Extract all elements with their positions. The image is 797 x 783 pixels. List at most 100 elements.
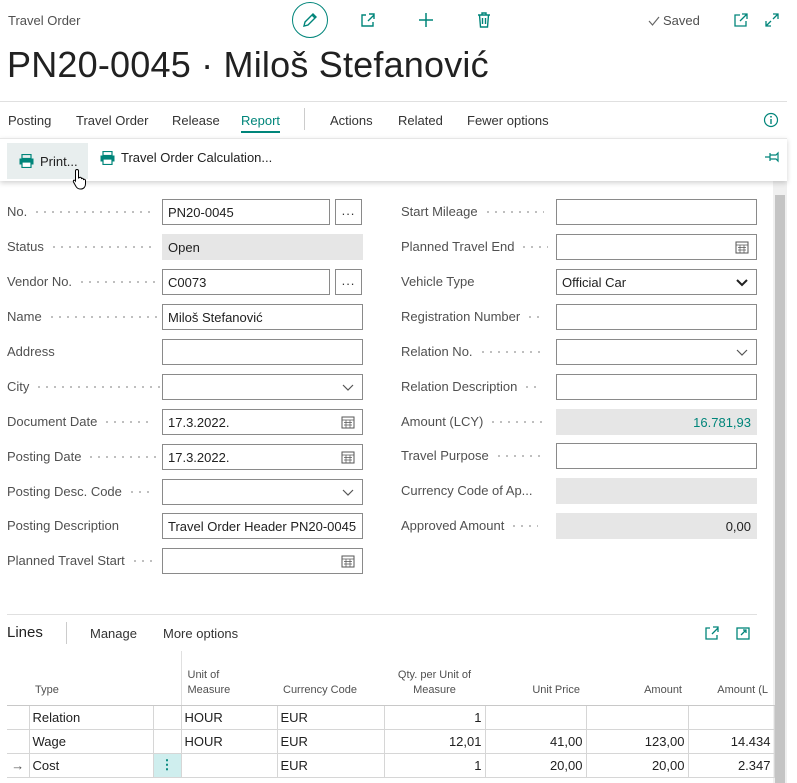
unit-of-measure-cell[interactable] bbox=[180, 752, 278, 778]
field-label-planned-travel-end: Planned Travel End bbox=[401, 234, 549, 259]
posting-date-field[interactable]: 17.3.2022. bbox=[162, 444, 363, 470]
column-header-unit-price[interactable]: Unit Price bbox=[485, 651, 586, 706]
table-row[interactable]: → Cost ⋮ EUR 1 20,00 20,00 2.347 bbox=[7, 752, 775, 778]
field-label-relation-description: Relation Description bbox=[401, 374, 540, 399]
name-field[interactable]: Miloš Stefanović bbox=[162, 304, 363, 330]
vendor-no-lookup-button[interactable]: ... bbox=[335, 269, 362, 295]
planned-travel-end-field[interactable] bbox=[556, 234, 757, 260]
calendar-icon[interactable] bbox=[341, 415, 355, 429]
column-header-qty-per-unit[interactable]: Qty. per Unit of Measure bbox=[384, 651, 485, 706]
row-indicator bbox=[7, 728, 30, 754]
checkmark-icon bbox=[648, 16, 660, 26]
posting-description-field[interactable]: Travel Order Header PN20-0045 bbox=[162, 513, 363, 539]
menu-report[interactable]: Report bbox=[241, 113, 281, 133]
planned-travel-start-field[interactable] bbox=[162, 548, 363, 574]
column-header-amount[interactable]: Amount bbox=[586, 651, 688, 706]
amount-lcy-field[interactable]: 16.781,93 bbox=[556, 409, 757, 435]
menu-travel-order[interactable]: Travel Order bbox=[76, 113, 148, 128]
column-header-type[interactable]: Type bbox=[29, 651, 153, 706]
document-date-field[interactable]: 17.3.2022. bbox=[162, 409, 363, 435]
open-in-new-window-icon[interactable] bbox=[735, 625, 751, 641]
chevron-down-icon bbox=[736, 279, 748, 287]
amount-cell[interactable]: 20,00 bbox=[585, 752, 689, 778]
amount-lcy-cell[interactable]: 2.347 bbox=[687, 752, 775, 778]
row-actions-menu-icon[interactable]: ⋮ bbox=[152, 752, 182, 778]
share-icon[interactable] bbox=[704, 625, 720, 641]
info-icon[interactable] bbox=[763, 112, 779, 128]
field-label-vehicle-type: Vehicle Type bbox=[401, 274, 475, 289]
unit-price-cell[interactable] bbox=[484, 704, 587, 730]
lines-more-options-button[interactable]: More options bbox=[163, 626, 238, 641]
no-lookup-button[interactable]: ... bbox=[335, 199, 362, 225]
row-actions-cell[interactable] bbox=[152, 728, 182, 754]
travel-order-calculation-button[interactable]: Travel Order Calculation... bbox=[100, 150, 272, 165]
field-label-posting-date: Posting Date bbox=[7, 444, 158, 469]
qty-per-unit-cell[interactable]: 1 bbox=[383, 704, 486, 730]
menu-related[interactable]: Related bbox=[398, 113, 443, 128]
table-row[interactable]: Wage HOUR EUR 12,01 41,00 123,00 14.434 bbox=[7, 728, 775, 754]
status-field: Open bbox=[162, 234, 363, 260]
menu-actions[interactable]: Actions bbox=[330, 113, 373, 128]
menu-fewer-options[interactable]: Fewer options bbox=[467, 113, 549, 128]
currency-code-cell[interactable]: EUR bbox=[276, 728, 385, 754]
registration-number-field[interactable] bbox=[556, 304, 757, 330]
lines-divider bbox=[7, 614, 757, 615]
edit-button[interactable] bbox=[292, 2, 328, 38]
calendar-icon[interactable] bbox=[341, 450, 355, 464]
qty-per-unit-cell[interactable]: 1 bbox=[383, 752, 486, 778]
qty-per-unit-cell[interactable]: 12,01 bbox=[383, 728, 486, 754]
menu-posting[interactable]: Posting bbox=[8, 113, 51, 128]
open-new-window-button[interactable] bbox=[731, 10, 751, 30]
calendar-icon[interactable] bbox=[341, 554, 355, 568]
vehicle-type-select[interactable]: Official Car bbox=[556, 269, 757, 295]
currency-code-cell[interactable]: EUR bbox=[276, 704, 385, 730]
currency-code-cell[interactable]: EUR bbox=[276, 752, 385, 778]
table-row[interactable]: Relation HOUR EUR 1 bbox=[7, 704, 775, 730]
type-cell[interactable]: Cost bbox=[28, 752, 154, 778]
start-mileage-field[interactable] bbox=[556, 199, 757, 225]
column-header-amount-lcy[interactable]: Amount (L bbox=[688, 651, 774, 706]
column-header-unit-of-measure[interactable]: Unit of Measure bbox=[180, 651, 277, 706]
plus-icon bbox=[419, 13, 433, 27]
unit-of-measure-cell[interactable]: HOUR bbox=[180, 704, 278, 730]
unit-of-measure-cell[interactable]: HOUR bbox=[180, 728, 278, 754]
relation-no-field[interactable] bbox=[556, 339, 757, 365]
calendar-icon[interactable] bbox=[735, 240, 749, 254]
field-label-name: Name bbox=[7, 304, 158, 329]
travel-purpose-field[interactable] bbox=[556, 443, 757, 469]
expand-button[interactable] bbox=[762, 10, 782, 30]
field-label-document-date: Document Date bbox=[7, 409, 154, 434]
scrollbar-thumb[interactable] bbox=[775, 195, 785, 783]
type-cell[interactable]: Wage bbox=[28, 728, 154, 754]
city-field[interactable] bbox=[162, 374, 363, 400]
amount-lcy-cell[interactable] bbox=[687, 704, 775, 730]
field-label-start-mileage: Start Mileage bbox=[401, 199, 544, 224]
type-cell[interactable]: Relation bbox=[28, 704, 154, 730]
posting-desc-code-field[interactable] bbox=[162, 479, 363, 505]
page-type-label: Travel Order bbox=[8, 13, 81, 28]
no-field[interactable]: PN20-0045 bbox=[162, 199, 330, 225]
pin-icon[interactable] bbox=[764, 151, 780, 163]
delete-button[interactable] bbox=[474, 10, 494, 30]
amount-cell[interactable]: 123,00 bbox=[585, 728, 689, 754]
field-label-posting-description: Posting Description bbox=[7, 518, 119, 533]
lines-title[interactable]: Lines bbox=[7, 624, 43, 641]
column-header-currency-code[interactable]: Currency Code bbox=[277, 651, 384, 706]
lines-manage-button[interactable]: Manage bbox=[90, 626, 137, 641]
amount-cell[interactable] bbox=[585, 704, 689, 730]
amount-lcy-cell[interactable]: 14.434 bbox=[687, 728, 775, 754]
address-field[interactable] bbox=[162, 339, 363, 365]
relation-description-field[interactable] bbox=[556, 374, 757, 400]
field-label-address: Address bbox=[7, 344, 55, 359]
saved-label: Saved bbox=[663, 13, 700, 28]
row-actions-cell[interactable] bbox=[152, 704, 182, 730]
unit-price-cell[interactable]: 41,00 bbox=[484, 728, 587, 754]
unit-price-cell[interactable]: 20,00 bbox=[484, 752, 587, 778]
menu-release[interactable]: Release bbox=[172, 113, 220, 128]
new-button[interactable] bbox=[416, 10, 436, 30]
field-label-registration-number: Registration Number bbox=[401, 304, 543, 329]
vendor-no-field[interactable]: C0073 bbox=[162, 269, 330, 295]
share-button[interactable] bbox=[358, 10, 378, 30]
field-label-no: No. bbox=[7, 199, 155, 224]
field-label-approved-amount: Approved Amount bbox=[401, 513, 539, 538]
